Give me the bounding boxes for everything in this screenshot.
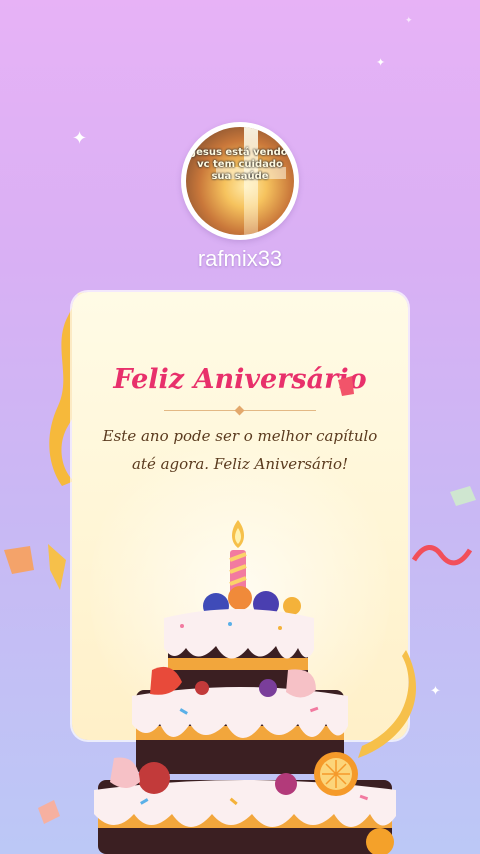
- card-message: Este ano pode ser o melhor capítulo até …: [102, 427, 378, 473]
- sparkle-icon: ✦: [376, 56, 386, 69]
- confetti: [338, 376, 354, 396]
- profile-avatar[interactable]: Jesus está vendo vc tem cuidado sua saúd…: [181, 122, 299, 240]
- avatar-image: Jesus está vendo vc tem cuidado sua saúd…: [186, 127, 294, 235]
- divider-ornament: [234, 405, 245, 416]
- card-title: Feliz Aniversário: [113, 364, 367, 395]
- confetti: [412, 545, 472, 566]
- sparkle-icon: ✦: [430, 684, 441, 699]
- confetti: [4, 544, 66, 590]
- confetti: [450, 486, 476, 506]
- sparkle-icon: ✦: [72, 128, 88, 149]
- avatar-caption: Jesus está vendo vc tem cuidado sua saúd…: [192, 147, 288, 182]
- birthday-cake: [94, 520, 396, 854]
- confetti: [38, 800, 60, 824]
- sparkle-icon: ✦: [405, 16, 413, 26]
- username[interactable]: rafmix33: [0, 246, 480, 272]
